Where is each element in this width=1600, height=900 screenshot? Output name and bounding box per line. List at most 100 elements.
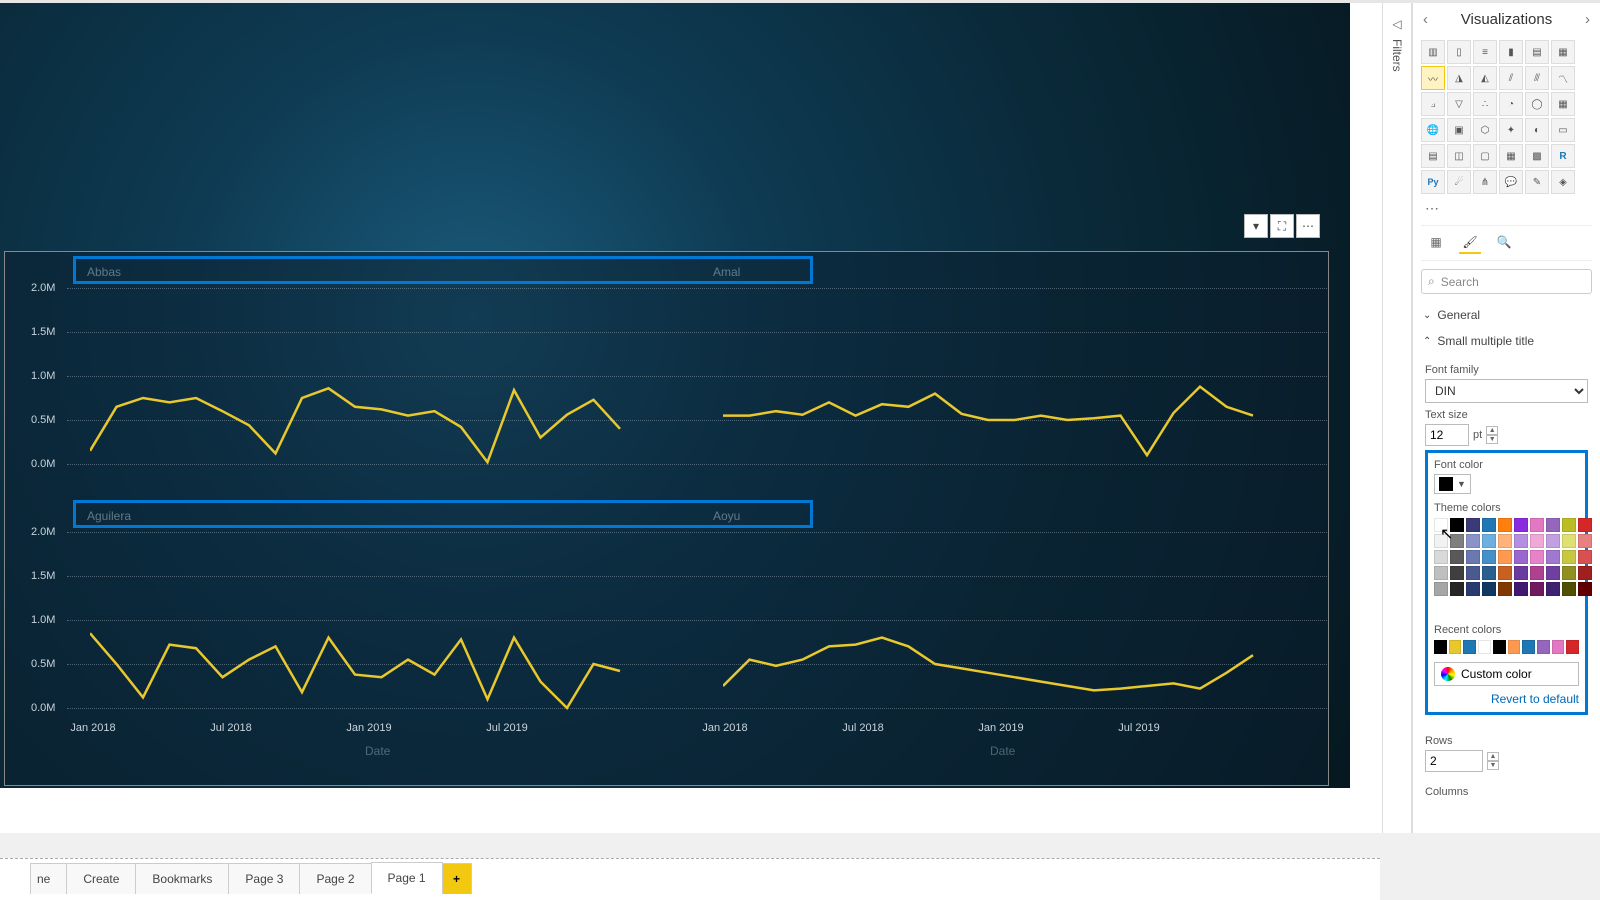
viz-line-clust-icon[interactable]: ⫻	[1525, 66, 1549, 90]
viz-funnel-icon[interactable]: ▽	[1447, 92, 1471, 116]
spinner-down-icon[interactable]: ▼	[1487, 761, 1499, 770]
viz-clustered-col-icon[interactable]: ▮	[1499, 40, 1523, 64]
viz-stacked-bar-icon[interactable]: ▥	[1421, 40, 1445, 64]
viz-clustered-bar-icon[interactable]: ≡	[1473, 40, 1497, 64]
color-swatch[interactable]	[1514, 582, 1528, 596]
report-canvas[interactable]: ▾ ⛶ ⋯ 2.0M 1.5M 1.0M 0.5M 0.0M 2.0M	[0, 3, 1382, 833]
visual-filter-icon[interactable]: ▾	[1244, 214, 1268, 238]
viz-donut-icon[interactable]: ◯	[1525, 92, 1549, 116]
color-swatch[interactable]	[1434, 566, 1448, 580]
color-swatch[interactable]	[1537, 640, 1550, 654]
filters-expand-icon[interactable]: ◁	[1392, 17, 1401, 31]
color-swatch[interactable]	[1562, 550, 1576, 564]
format-tab-icon[interactable]: 🖌	[1459, 232, 1481, 254]
color-swatch[interactable]	[1450, 566, 1464, 580]
custom-color-button[interactable]: Custom color	[1434, 662, 1579, 686]
page-tab[interactable]: Page 3	[228, 863, 300, 894]
viz-more-icon[interactable]: ⋯	[1421, 198, 1592, 219]
viz-map-icon[interactable]: 🌐	[1421, 118, 1445, 142]
viz-waterfall-icon[interactable]: ⟓	[1421, 92, 1445, 116]
viz-scatter-icon[interactable]: ∴	[1473, 92, 1497, 116]
collapse-left-icon[interactable]: ‹	[1423, 11, 1428, 28]
color-swatch[interactable]	[1449, 640, 1462, 654]
filters-pane-collapsed[interactable]: ◁ Filters	[1382, 3, 1412, 833]
viz-line-col-icon[interactable]: ⫽	[1499, 66, 1523, 90]
color-swatch[interactable]	[1482, 582, 1496, 596]
viz-line-icon[interactable]: 〰	[1421, 66, 1445, 90]
color-swatch[interactable]	[1498, 550, 1512, 564]
font-family-select[interactable]: DIN	[1425, 379, 1588, 403]
page-tab[interactable]: Create	[66, 863, 136, 894]
section-small-multiple-title[interactable]: ⌃ Small multiple title	[1421, 328, 1592, 354]
page-tab-active[interactable]: Page 1	[371, 862, 443, 894]
color-swatch[interactable]	[1566, 640, 1579, 654]
viz-100-col-icon[interactable]: ▦	[1551, 40, 1575, 64]
viz-multirow-icon[interactable]: ▤	[1421, 144, 1445, 168]
color-swatch[interactable]	[1498, 566, 1512, 580]
color-swatch[interactable]	[1466, 550, 1480, 564]
color-swatch[interactable]	[1508, 640, 1521, 654]
viz-decomp-icon[interactable]: ⋔	[1473, 170, 1497, 194]
color-swatch[interactable]	[1530, 582, 1544, 596]
analytics-tab-icon[interactable]: 🔍	[1493, 232, 1515, 254]
color-swatch[interactable]	[1493, 640, 1506, 654]
viz-ribbon-icon[interactable]: 〽	[1551, 66, 1575, 90]
color-swatch[interactable]	[1434, 550, 1448, 564]
viz-qa-icon[interactable]: 💬	[1499, 170, 1523, 194]
collapse-right-icon[interactable]: ›	[1585, 11, 1590, 28]
viz-treemap-icon[interactable]: ▦	[1551, 92, 1575, 116]
viz-100-bar-icon[interactable]: ▤	[1525, 40, 1549, 64]
viz-card-icon[interactable]: ▭	[1551, 118, 1575, 142]
color-swatch[interactable]	[1552, 640, 1565, 654]
color-swatch[interactable]	[1466, 566, 1480, 580]
color-swatch[interactable]	[1466, 582, 1480, 596]
viz-shape-map-icon[interactable]: ⬡	[1473, 118, 1497, 142]
color-swatch[interactable]	[1498, 582, 1512, 596]
color-swatch[interactable]	[1482, 566, 1496, 580]
viz-kpi-icon[interactable]: ◫	[1447, 144, 1471, 168]
viz-azure-map-icon[interactable]: ✦	[1499, 118, 1523, 142]
viz-filled-map-icon[interactable]: ▣	[1447, 118, 1471, 142]
revert-to-default-link[interactable]: Revert to default	[1434, 692, 1579, 706]
visual-more-icon[interactable]: ⋯	[1296, 214, 1320, 238]
visual-focus-icon[interactable]: ⛶	[1270, 214, 1294, 238]
fields-tab-icon[interactable]: ▦	[1425, 232, 1447, 254]
viz-slicer-icon[interactable]: ▢	[1473, 144, 1497, 168]
spinner-down-icon[interactable]: ▼	[1486, 435, 1498, 444]
color-swatch[interactable]	[1530, 550, 1544, 564]
viz-pie-icon[interactable]: ◔	[1499, 92, 1523, 116]
viz-area-icon[interactable]: ◮	[1447, 66, 1471, 90]
viz-paginated-icon[interactable]: ◈	[1551, 170, 1575, 194]
color-swatch[interactable]	[1546, 566, 1560, 580]
viz-stacked-col-icon[interactable]: ▯	[1447, 40, 1471, 64]
text-size-input[interactable]	[1425, 424, 1469, 446]
viz-matrix-icon[interactable]: ▩	[1525, 144, 1549, 168]
color-swatch[interactable]	[1546, 550, 1560, 564]
color-swatch[interactable]	[1546, 582, 1560, 596]
font-color-dropdown[interactable]: ▼	[1434, 474, 1471, 494]
page-tab[interactable]: Page 2	[299, 863, 371, 894]
color-swatch[interactable]	[1450, 550, 1464, 564]
line-chart-visual[interactable]: ▾ ⛶ ⋯ 2.0M 1.5M 1.0M 0.5M 0.0M 2.0M	[4, 251, 1329, 786]
color-swatch[interactable]	[1434, 582, 1448, 596]
color-swatch[interactable]	[1530, 566, 1544, 580]
spinner-up-icon[interactable]: ▲	[1486, 426, 1498, 435]
viz-stacked-area-icon[interactable]: ◭	[1473, 66, 1497, 90]
color-swatch[interactable]	[1463, 640, 1476, 654]
viz-key-infl-icon[interactable]: ☄	[1447, 170, 1471, 194]
section-general[interactable]: ⌄ General	[1421, 302, 1592, 328]
color-swatch[interactable]	[1482, 550, 1496, 564]
color-swatch[interactable]	[1578, 582, 1592, 596]
color-swatch[interactable]	[1578, 566, 1592, 580]
color-swatch[interactable]	[1562, 566, 1576, 580]
viz-narrative-icon[interactable]: ✎	[1525, 170, 1549, 194]
color-swatch[interactable]	[1478, 640, 1491, 654]
color-swatch[interactable]	[1562, 582, 1576, 596]
format-search-input[interactable]: ⌕ Search	[1421, 269, 1592, 294]
color-swatch[interactable]	[1434, 640, 1447, 654]
viz-py-icon[interactable]: Py	[1421, 170, 1445, 194]
color-swatch[interactable]	[1522, 640, 1535, 654]
viz-gauge-icon[interactable]: ◐	[1525, 118, 1549, 142]
color-swatch[interactable]	[1578, 550, 1592, 564]
rows-input[interactable]	[1425, 750, 1483, 772]
